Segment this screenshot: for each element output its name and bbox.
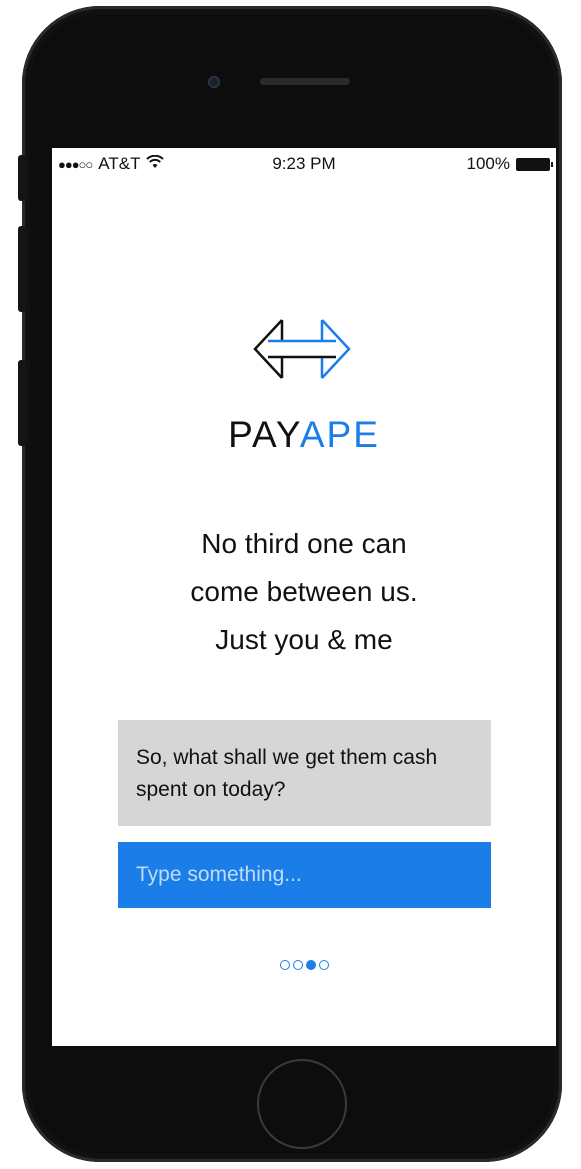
tagline-line-2: come between us.	[190, 576, 418, 607]
page-indicator	[52, 960, 556, 970]
page-dot-3[interactable]	[305, 960, 316, 970]
brand-wordmark: PAYAPE	[52, 414, 556, 456]
camera-icon	[208, 76, 220, 88]
volume-up-button	[18, 226, 26, 312]
battery-percent: 100%	[466, 154, 510, 173]
home-button[interactable]	[257, 1059, 347, 1149]
tagline-line-3: Just you & me	[215, 624, 393, 655]
battery-icon	[516, 157, 553, 171]
speaker-grille	[260, 78, 350, 85]
page-dot-2[interactable]	[292, 960, 303, 970]
page-dot-4[interactable]	[318, 960, 329, 970]
chat-message-bubble: So, what shall we get them cash spent on…	[118, 720, 491, 826]
mute-switch	[18, 155, 26, 201]
payape-logo-icon	[250, 308, 354, 390]
brand-part-ape: APE	[299, 414, 380, 455]
status-bar: ●●●○○ AT&T 9:23 PM 100%	[52, 148, 556, 182]
status-right: 100%	[466, 154, 553, 174]
brand-part-pay: PAY	[228, 414, 300, 455]
tagline-line-1: No third one can	[201, 528, 407, 559]
volume-down-button	[18, 360, 26, 446]
tagline: No third one can come between us. Just y…	[52, 520, 556, 664]
chat-input[interactable]	[118, 842, 491, 908]
app-screen: ●●●○○ AT&T 9:23 PM 100% PAYAPE No third …	[52, 148, 556, 1046]
page-dot-1[interactable]	[279, 960, 290, 970]
